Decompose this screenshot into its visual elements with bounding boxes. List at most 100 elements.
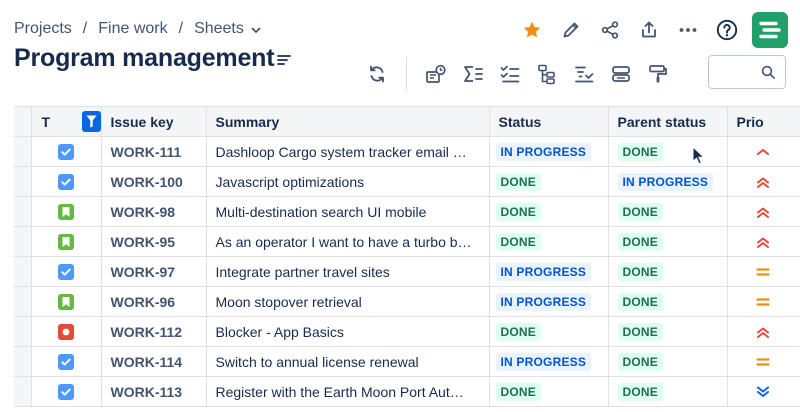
row-handle[interactable] (14, 226, 32, 257)
help-button[interactable] (710, 13, 744, 47)
star-button[interactable] (515, 13, 549, 47)
row-handle[interactable] (14, 316, 32, 347)
cell-parent-status[interactable]: DONE (608, 196, 728, 227)
cell-issue-key[interactable]: WORK-98 (101, 196, 207, 227)
cell-status[interactable]: IN PROGRESS (489, 136, 609, 167)
cell-summary[interactable]: Register with the Earth Moon Port Aut… (206, 376, 490, 407)
chart-button[interactable] (421, 59, 451, 89)
table-row[interactable]: WORK-96 Moon stopover retrieval IN PROGRES… (14, 286, 800, 317)
cell-parent-status[interactable]: DONE (608, 136, 728, 167)
table-row[interactable]: WORK-112 Blocker - App Basics DONE DONE (14, 316, 800, 347)
more-button[interactable] (671, 13, 705, 47)
cell-priority[interactable] (727, 346, 800, 377)
breadcrumb-sheets[interactable]: Sheets (194, 20, 244, 38)
cell-priority[interactable] (727, 316, 800, 347)
cell-type[interactable] (31, 196, 102, 227)
cell-summary[interactable]: Javascript optimizations (206, 166, 490, 197)
cell-issue-key[interactable]: WORK-100 (101, 166, 207, 197)
cell-priority[interactable] (727, 286, 800, 317)
column-header-priority[interactable]: Prio (727, 106, 800, 137)
cell-type[interactable] (31, 316, 102, 347)
cell-type[interactable] (31, 136, 102, 167)
table-row[interactable]: WORK-98 Multi-destination search UI mobil… (14, 196, 800, 227)
row-handle[interactable] (14, 256, 32, 287)
cell-issue-key[interactable]: WORK-111 (101, 136, 207, 167)
cell-type[interactable] (31, 376, 102, 407)
column-header-issue-key[interactable]: Issue key (101, 106, 207, 137)
checklist-button[interactable] (495, 59, 525, 89)
row-handle[interactable] (14, 346, 32, 377)
cell-type[interactable] (31, 166, 102, 197)
cell-status[interactable]: DONE (489, 226, 609, 257)
cell-summary[interactable]: Dashloop Cargo system tracker email … (206, 136, 490, 167)
chevron-down-icon[interactable] (250, 23, 262, 35)
column-header-parent-status[interactable]: Parent status (608, 106, 728, 137)
cell-status[interactable]: DONE (489, 316, 609, 347)
column-header-type[interactable]: T (31, 106, 102, 137)
column-header-status[interactable]: Status (489, 106, 609, 137)
format-painter-button[interactable] (643, 59, 673, 89)
cell-type[interactable] (31, 226, 102, 257)
cell-status[interactable]: IN PROGRESS (489, 256, 609, 287)
table-row[interactable]: WORK-97 Integrate partner travel sites IN … (14, 256, 800, 287)
cell-type[interactable] (31, 286, 102, 317)
cell-parent-status[interactable]: DONE (608, 256, 728, 287)
export-button[interactable] (632, 13, 666, 47)
cell-type[interactable] (31, 256, 102, 287)
cell-summary[interactable]: Blocker - App Basics (206, 316, 490, 347)
cell-issue-key[interactable]: WORK-113 (101, 376, 207, 407)
filter-button[interactable] (81, 111, 100, 132)
column-header-summary[interactable]: Summary (206, 106, 490, 137)
cell-summary[interactable]: Integrate partner travel sites (206, 256, 490, 287)
cell-parent-status[interactable]: DONE (608, 226, 728, 257)
cell-parent-status[interactable]: IN PROGRESS (608, 166, 728, 197)
sum-button[interactable] (458, 59, 488, 89)
app-logo[interactable] (752, 12, 788, 48)
cell-priority[interactable] (727, 166, 800, 197)
cell-priority[interactable] (727, 226, 800, 257)
table-row[interactable]: WORK-113 Register with the Earth Moon Por… (14, 376, 800, 407)
hierarchy-button[interactable] (532, 59, 562, 89)
cell-issue-key[interactable]: WORK-95 (101, 226, 207, 257)
row-handle[interactable] (14, 166, 32, 197)
cell-status[interactable]: IN PROGRESS (489, 346, 609, 377)
search-icon[interactable] (761, 65, 775, 79)
edit-button[interactable] (554, 13, 588, 47)
cell-parent-status[interactable]: DONE (608, 346, 728, 377)
cell-priority[interactable] (727, 376, 800, 407)
cell-priority[interactable] (727, 196, 800, 227)
row-handle[interactable] (14, 286, 32, 317)
breadcrumb-fine-work[interactable]: Fine work (98, 20, 167, 38)
search-input[interactable] (715, 56, 765, 86)
cell-priority[interactable] (727, 136, 800, 167)
cell-issue-key[interactable]: WORK-97 (101, 256, 207, 287)
group-button[interactable] (606, 59, 636, 89)
cell-parent-status[interactable]: DONE (608, 286, 728, 317)
table-row[interactable]: WORK-114 Switch to annual license renewal… (14, 346, 800, 377)
row-handle[interactable] (14, 136, 32, 167)
row-handle[interactable] (14, 376, 32, 407)
cell-summary[interactable]: As an operator I want to have a turbo b… (206, 226, 490, 257)
cell-issue-key[interactable]: WORK-96 (101, 286, 207, 317)
cell-issue-key[interactable]: WORK-112 (101, 316, 207, 347)
cell-priority[interactable] (727, 256, 800, 287)
cell-type[interactable] (31, 346, 102, 377)
share-button[interactable] (593, 13, 627, 47)
cell-status[interactable]: IN PROGRESS (489, 286, 609, 317)
cell-summary[interactable]: Multi-destination search UI mobile (206, 196, 490, 227)
cell-parent-status[interactable]: DONE (608, 316, 728, 347)
cell-issue-key[interactable]: WORK-114 (101, 346, 207, 377)
cell-summary[interactable]: Moon stopover retrieval (206, 286, 490, 317)
cell-summary[interactable]: Switch to annual license renewal (206, 346, 490, 377)
table-row[interactable]: WORK-100 Javascript optimizations DONE IN P… (14, 166, 800, 197)
cell-status[interactable]: DONE (489, 166, 609, 197)
cell-status[interactable]: DONE (489, 196, 609, 227)
refresh-button[interactable] (362, 59, 392, 89)
table-row[interactable]: WORK-95 As an operator I want to have a t… (14, 226, 800, 257)
cell-parent-status[interactable]: DONE (608, 376, 728, 407)
breadcrumb-projects[interactable]: Projects (14, 20, 72, 38)
title-menu-icon[interactable] (276, 52, 292, 68)
cell-status[interactable]: DONE (489, 376, 609, 407)
filter-list-button[interactable] (569, 59, 599, 89)
table-row[interactable]: WORK-111 Dashloop Cargo system tracker em… (14, 136, 800, 167)
